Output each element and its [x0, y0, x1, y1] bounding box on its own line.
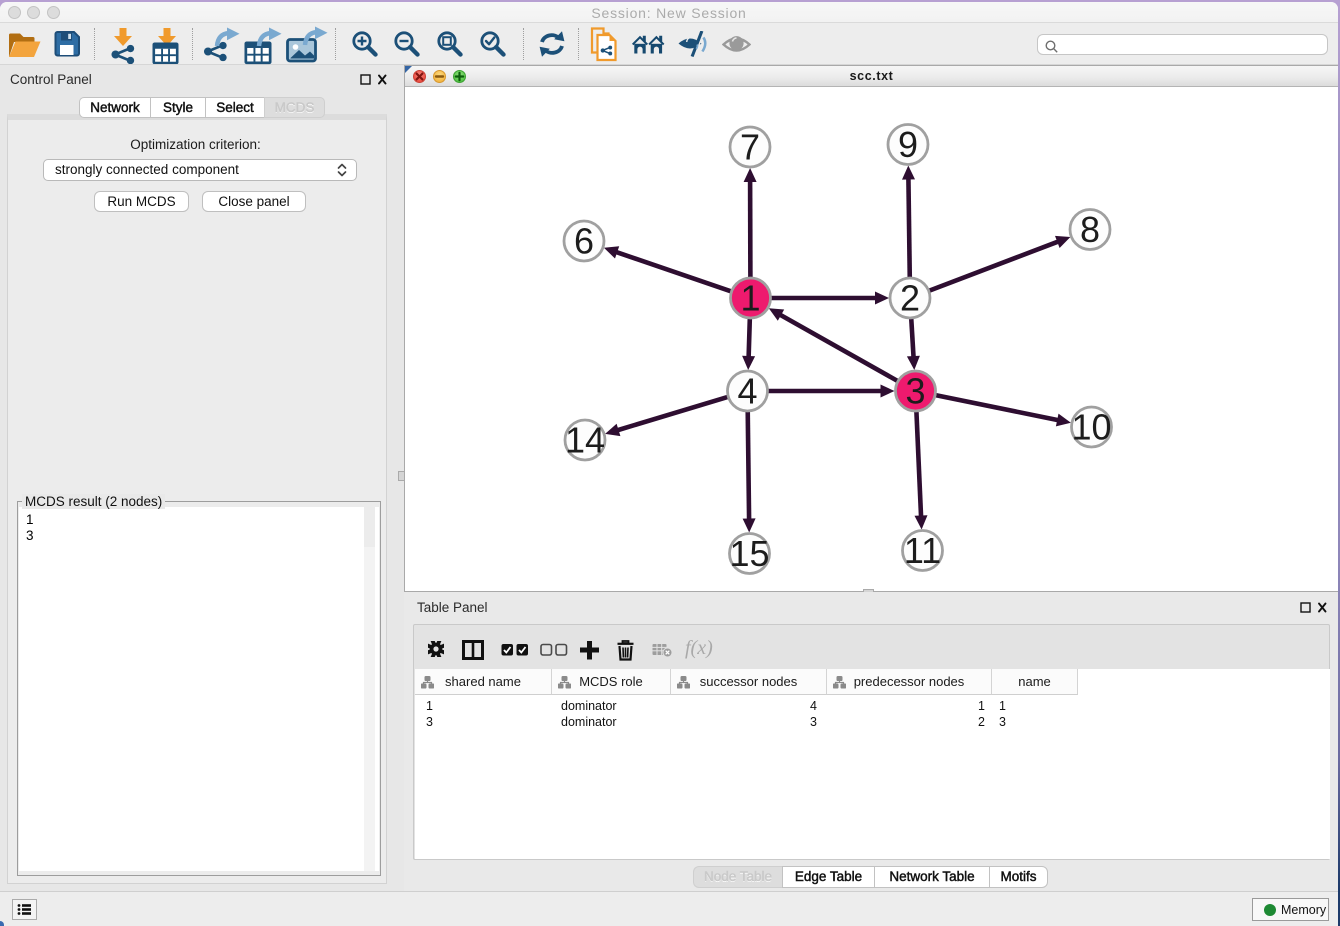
svg-text:15: 15 — [729, 533, 769, 574]
svg-text:14: 14 — [565, 420, 605, 461]
svg-text:6: 6 — [574, 221, 594, 262]
svg-text:8: 8 — [1080, 209, 1100, 250]
svg-text:1: 1 — [740, 278, 760, 319]
svg-text:3: 3 — [905, 371, 925, 412]
svg-text:2: 2 — [900, 278, 920, 319]
svg-text:4: 4 — [737, 371, 757, 412]
svg-text:9: 9 — [898, 124, 918, 165]
svg-text:7: 7 — [740, 127, 760, 168]
svg-text:10: 10 — [1071, 407, 1111, 448]
svg-text:11: 11 — [904, 530, 941, 571]
